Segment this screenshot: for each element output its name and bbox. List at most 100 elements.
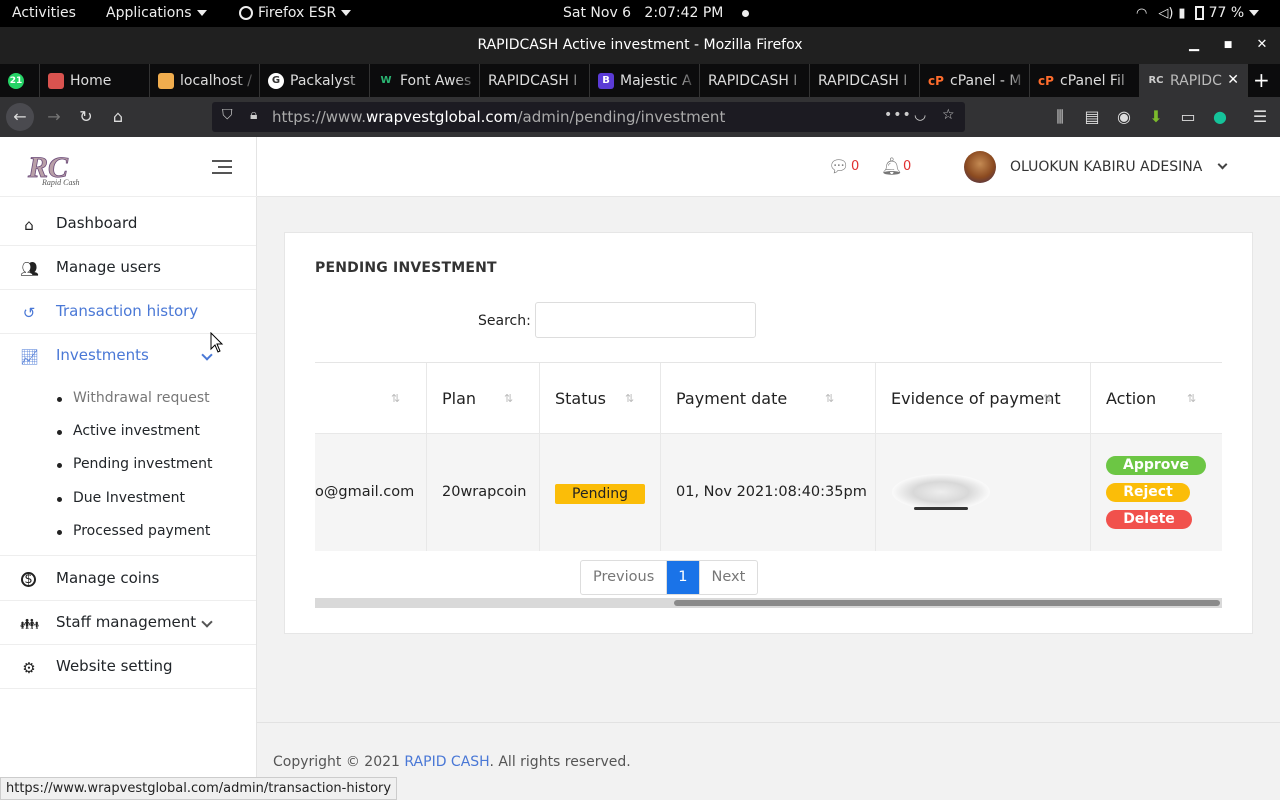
bookmark-star-icon[interactable]: ☆ [942,107,955,123]
sidebar-item-manage-coins[interactable]: $ Manage coins [0,557,256,601]
submenu-withdrawal-request[interactable]: Withdrawal request [57,390,210,406]
bootstrap-icon: B [598,72,614,89]
tab-whatsapp[interactable]: 21 [0,64,40,97]
tab-rapidcash-2[interactable]: RAPIDCASH I [700,64,810,97]
submenu-processed-payment[interactable]: Processed payment [57,523,210,539]
column-status: Status ⇅ Pending [540,363,661,551]
table-header-cell[interactable]: Payment date ⇅ [661,363,875,434]
back-button[interactable]: ← [6,103,34,131]
activities-label: Activities [12,5,76,21]
tab-home[interactable]: Home [40,64,150,97]
submenu-pending-investment[interactable]: Pending investment [57,456,212,472]
brand-link[interactable]: RAPID CASH [404,754,489,770]
system-status-area[interactable]: ◠ ◁) ▮ 77 % [1136,5,1260,21]
activities-button[interactable]: Activities [12,5,76,21]
sidebar-toggle-icon[interactable]: ▤ [1080,105,1104,129]
scrollbar-thumb[interactable] [674,600,1220,606]
sort-icon: ⇅ [825,392,835,405]
tab-rapidcash-3[interactable]: RAPIDCASH I [810,64,920,97]
url-bar[interactable]: ⛉ 🔒︎ https://www.wrapvestglobal.com/admi… [212,102,965,132]
tab-rapidcash-1[interactable]: RAPIDCASH I [480,64,590,97]
avatar[interactable] [964,151,996,183]
staff-icon: 👪︎ [20,615,40,633]
library-icon[interactable]: ⫼ [1048,105,1072,129]
battery-label: 77 % [1208,5,1245,21]
search-input[interactable] [535,302,756,338]
page-actions-icon[interactable]: ••• [884,107,912,123]
submenu-active-investment[interactable]: Active investment [57,423,200,439]
lock-icon[interactable]: 🔒︎ [250,107,257,123]
search-label: Search: [478,313,531,329]
minimize-button[interactable]: ▁ [1184,35,1204,55]
svg-text:Rapid Cash: Rapid Cash [41,178,80,187]
bell-icon[interactable]: 🔔︎ [881,157,903,177]
message-icon[interactable]: 💬︎ [828,157,850,177]
sidebar-item-staff-management[interactable]: 👪︎ Staff management [0,601,256,645]
previous-page-button[interactable]: Previous [581,561,668,594]
table-header-cell[interactable]: Evidence of payment ⇅ [876,363,1090,434]
sidebar-item-transaction-history[interactable]: ↺ Transaction history [0,290,256,334]
chart-line-icon: 📈︎ [20,348,40,366]
close-tab-icon[interactable]: ✕ [1227,72,1239,88]
tab-font-awesome[interactable]: W Font Awes [370,64,480,97]
rapid-cash-logo[interactable]: RC Rapid Cash [22,149,130,187]
users-icon: 👥︎ [20,260,40,278]
applications-menu[interactable]: Applications [106,5,207,21]
tab-localhost[interactable]: localhost / [150,64,260,97]
chevron-down-icon[interactable] [1217,159,1228,170]
download-icon[interactable]: ⬇ [1144,105,1168,129]
sidebar-item-website-setting[interactable]: ⚙ Website setting [0,645,256,689]
submenu-label: Withdrawal request [73,390,210,406]
sidebar-item-label: Manage users [56,258,161,276]
tab-packalyst[interactable]: G Packalyst [260,64,370,97]
page-1-button[interactable]: 1 [667,561,699,594]
account-icon[interactable]: ◉ [1112,105,1136,129]
forward-button[interactable]: → [42,105,66,129]
home-button[interactable]: ⌂ [106,105,130,129]
table-horizontal-scrollbar[interactable] [315,598,1222,608]
whatsapp-icon: 21 [8,72,24,89]
evidence-thumbnail[interactable] [892,474,990,510]
tab-label: Home [70,72,112,89]
maximize-button[interactable]: ■ [1218,35,1238,55]
sidebar-toggle-button[interactable] [212,160,232,178]
reload-button[interactable]: ↻ [74,105,98,129]
reject-button[interactable]: Reject [1106,483,1190,502]
tab-cpanel-mail[interactable]: cP cPanel - M [920,64,1030,97]
column-header-status: Status [555,389,606,408]
battery-icon [1194,6,1204,20]
table-header-cell[interactable]: Plan ⇅ [427,363,539,434]
next-page-button[interactable]: Next [698,561,758,594]
tab-cpanel-files[interactable]: cP cPanel Fil [1030,64,1140,97]
sort-icon: ⇅ [1187,392,1197,405]
extension-icon[interactable]: ▭ [1176,105,1200,129]
browser-app-menu[interactable]: Firefox ESR [239,5,352,21]
table-header-cell[interactable]: Action ⇅ [1091,363,1222,434]
submenu-due-investment[interactable]: Due Investment [57,490,185,506]
shield-icon[interactable]: ⛉ [222,107,233,123]
sidebar-item-manage-users[interactable]: 👥︎ Manage users [0,246,256,290]
pending-investment-card: PENDING INVESTMENT Search: ⇅ o@gmail.com… [284,232,1253,634]
top-header: 💬︎ 0 🔔︎ 0 OLUOKUN KABIRU ADESINA [257,137,1280,197]
clock[interactable]: Sat Nov 6 2:07:42 PM [563,5,750,21]
delete-button[interactable]: Delete [1106,510,1192,529]
submenu-label: Active investment [73,423,200,439]
pocket-icon[interactable]: ◡ [914,107,926,123]
close-window-button[interactable]: ✕ [1252,35,1272,55]
sidebar-item-dashboard[interactable]: ⌂ Dashboard [0,202,256,246]
menu-icon[interactable]: ☰ [1248,105,1272,129]
column-header-payment-date: Payment date [676,389,788,408]
grammarly-icon[interactable]: ● [1208,105,1232,129]
tab-majestic[interactable]: B Majestic A [590,64,700,97]
table-header-cell[interactable]: ⇅ [315,363,426,434]
approve-button[interactable]: Approve [1106,456,1206,475]
table-header-cell[interactable]: Status ⇅ [540,363,660,434]
url-host: wrapvestglobal.com [365,108,518,126]
user-name[interactable]: OLUOKUN KABIRU ADESINA [1010,159,1202,175]
tab-rapidcash-active[interactable]: RC RAPIDC ✕ [1140,64,1248,97]
new-tab-button[interactable]: + [1253,70,1270,90]
card-title: PENDING INVESTMENT [315,260,497,276]
notification-count-badge: 0 [903,159,912,174]
url-prefix: https://www. [272,108,366,126]
status-badge: Pending [555,484,645,504]
